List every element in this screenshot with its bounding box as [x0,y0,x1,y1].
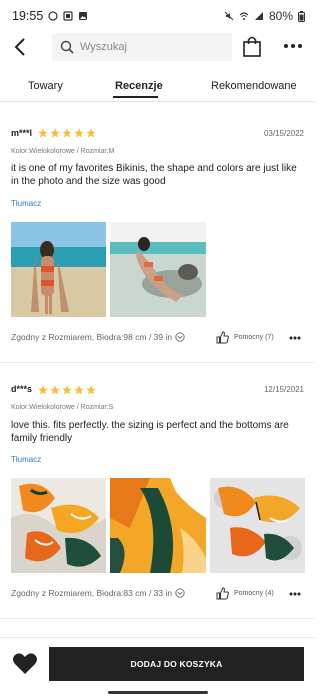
review-photo[interactable] [110,222,206,317]
review-photo[interactable] [11,222,106,317]
signal-icon [254,12,263,20]
search-icon [60,40,74,54]
review-text: love this. fits perfectly. the sizing is… [11,420,289,444]
star-icon [74,128,84,138]
star-icon [38,385,48,395]
wifi-icon [239,12,249,20]
tab-bar: Towary Recenzje Rekomendowane [0,74,315,102]
review-more-icon[interactable] [289,592,301,596]
star-icon [50,128,60,138]
translate-link[interactable]: Tłumacz [11,199,41,208]
mute-icon [224,11,234,21]
add-to-cart-button[interactable]: DODAJ DO KOSZYKA [49,647,304,681]
size-fit-info[interactable]: Zgodny z Rozmiarem, Biodra:83 cm / 33 in [11,588,185,598]
notification-icon [63,11,73,21]
review-date: 12/15/2021 [263,385,304,394]
review-more-icon[interactable] [289,336,301,340]
star-icon [62,385,72,395]
review-variant: Kolor:Wielokolorowe / Rozmiar:M [11,148,115,155]
search-placeholder: Wyszukaj [80,41,127,53]
star-icon [74,385,84,395]
battery-level: 80% [268,9,293,23]
shopping-bag-icon[interactable] [242,35,262,57]
whatsapp-icon [48,11,58,21]
star-rating [38,128,96,138]
size-fit-text: Zgodny z Rozmiarem, Biodra:83 cm / 33 in [11,588,173,598]
chevron-down-circle-icon [175,332,185,342]
size-fit-info[interactable]: Zgodny z Rozmiarem, Biodra:98 cm / 39 in [11,332,185,342]
review-photo[interactable] [210,478,305,573]
thumbs-up-icon [216,587,229,600]
review-divider [0,362,315,363]
more-options-icon[interactable] [282,39,304,53]
star-icon [62,128,72,138]
helpful-button[interactable]: Pomocny (4) [216,587,274,600]
translate-link[interactable]: Tłumacz [11,455,41,464]
home-indicator [108,691,208,694]
review-variant: Kolor:Wielokolorowe / Rozmiar:S [11,404,114,411]
wishlist-heart-icon[interactable] [12,652,38,676]
review-photo[interactable] [11,478,106,573]
back-arrow-icon[interactable] [10,35,32,59]
helpful-button[interactable]: Pomocny (7) [216,331,274,344]
review-username: d***s [11,384,33,394]
review-divider [0,618,315,619]
status-time: 19:55 [12,9,44,23]
tab-products[interactable]: Towary [28,80,63,92]
helpful-count: Pomocny (4) [234,590,274,597]
review-date: 03/15/2022 [263,129,304,138]
tab-recommended[interactable]: Rekomendowane [211,80,297,92]
review-text: it is one of my favorites Bikinis, the s… [11,163,297,187]
review-photo[interactable] [110,478,206,573]
gallery-icon [79,12,88,20]
review-username: m***l [11,128,33,138]
top-bar: Wyszukaj [0,32,315,62]
status-bar: 19:55 80% [0,0,315,32]
battery-icon [298,10,305,22]
size-fit-text: Zgodny z Rozmiarem, Biodra:98 cm / 39 in [11,332,173,342]
star-icon [86,385,96,395]
thumbs-up-icon [216,331,229,344]
star-icon [38,128,48,138]
active-tab-indicator [113,96,158,98]
search-input[interactable]: Wyszukaj [52,33,232,61]
chevron-down-circle-icon [175,588,185,598]
helpful-count: Pomocny (7) [234,334,274,341]
tab-reviews[interactable]: Recenzje [115,80,163,92]
star-icon [86,128,96,138]
star-icon [50,385,60,395]
star-rating [38,385,96,395]
